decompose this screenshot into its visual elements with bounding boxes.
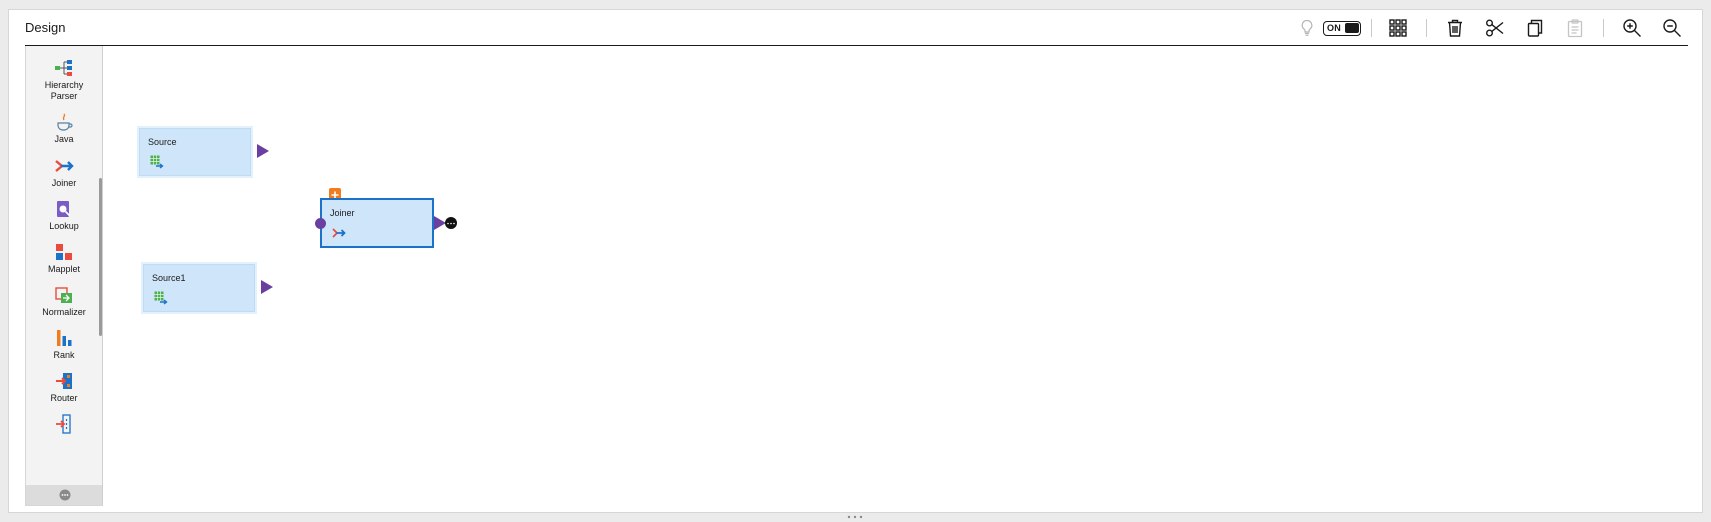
source-table-icon [150,155,164,169]
page-title: Design [25,20,66,35]
palette-item-java[interactable]: Java [26,112,102,145]
lookup-icon [57,201,71,217]
palette-label: Rank [53,350,75,360]
palette-scrollbar[interactable] [99,178,102,336]
mapping-canvas[interactable]: Source Joiner Source1 [103,46,1688,512]
transformation-palette: Hierarchy Parser Java Joiner Lookup Mapp… [25,46,103,506]
toolbar-divider [1603,19,1604,37]
node-label: Joiner [330,208,355,218]
source-output-port[interactable] [257,144,269,158]
palette-label: Normalizer [42,307,86,317]
more-icon [59,489,70,501]
router-icon [56,373,72,389]
paste-icon[interactable] [1563,16,1587,40]
normalizer-icon [55,287,72,303]
palette-item-joiner[interactable]: Joiner [26,156,102,189]
node-joiner[interactable]: Joiner [320,198,434,248]
zoom-in-icon[interactable] [1620,16,1644,40]
palette-item-lookup[interactable]: Lookup [26,199,102,232]
toggle-knob [1345,22,1359,33]
mapplet-icon [56,244,72,260]
joiner-icon [332,228,346,238]
joiner-icon [55,160,74,172]
palette-item-rank[interactable]: Rank [26,328,102,361]
palette-item-hierarchy-parser[interactable]: Hierarchy Parser [26,58,102,102]
joiner-input-port[interactable] [315,218,326,229]
node-more-icon[interactable] [445,217,457,229]
copy-icon[interactable] [1523,16,1547,40]
palette-label: Parser [50,91,78,101]
design-panel: Design ON Hierarchy Parser Java Joiner L… [8,9,1703,513]
palette-label: Lookup [49,221,79,231]
trash-icon[interactable] [1443,16,1467,40]
source1-output-port[interactable] [261,280,273,294]
palette-label: Hierarchy [44,80,84,90]
node-label: Source [148,137,177,147]
palette-label: Router [50,393,78,403]
design-header: Design ON [25,10,1688,46]
toolbar-divider [1371,19,1372,37]
source-table-icon [154,291,168,305]
rank-icon [57,330,72,346]
lightbulb-icon[interactable] [1295,16,1319,40]
node-label: Source1 [152,273,186,283]
grid-icon[interactable] [1386,16,1410,40]
palette-label: Joiner [51,178,77,188]
toolbar-divider [1426,19,1427,37]
palette-item-router[interactable]: Router [26,371,102,404]
scissors-icon[interactable] [1483,16,1507,40]
node-source[interactable]: Source [139,128,251,176]
palette-footer[interactable] [26,485,102,505]
palette-label: Mapplet [47,264,81,274]
toolbar: ON [1295,16,1688,40]
highlight-toggle[interactable]: ON [1323,20,1361,36]
palette-label: Java [54,134,74,144]
palette-item-mapplet[interactable]: Mapplet [26,242,102,275]
palette-item-normalizer[interactable]: Normalizer [26,285,102,318]
toggle-label: ON [1327,23,1341,33]
sequence-icon [56,414,71,434]
zoom-out-icon[interactable] [1660,16,1684,40]
hierarchy-parser-icon [55,60,72,76]
node-source1[interactable]: Source1 [143,264,255,312]
java-icon [57,113,73,131]
resize-handle-icon[interactable] [845,515,865,519]
palette-item-partial[interactable] [26,414,102,434]
